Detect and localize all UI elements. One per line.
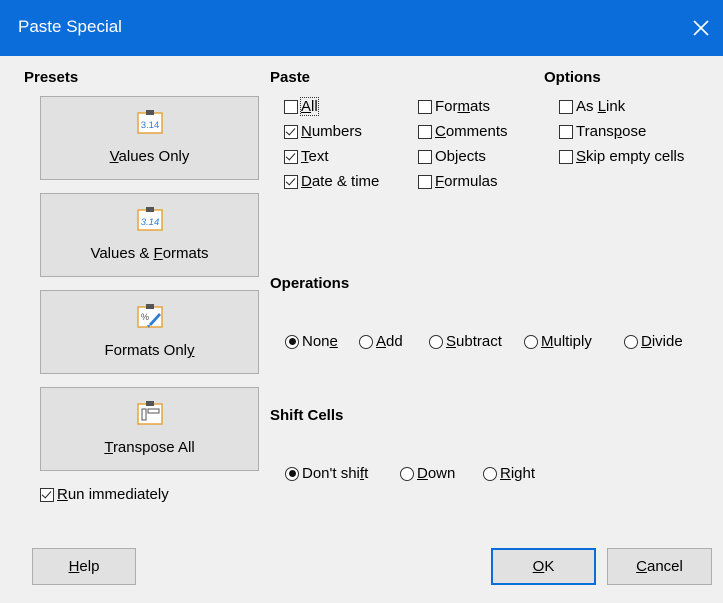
paste-numbers-label: Numbers [301, 123, 362, 140]
paste-date-time-checkbox[interactable]: Date & time [284, 173, 379, 190]
radio-button[interactable] [483, 466, 497, 481]
checkbox-box[interactable] [284, 99, 298, 114]
paste-all-label: All [300, 97, 319, 116]
checkbox-box[interactable] [418, 174, 432, 189]
checkbox-box[interactable] [559, 124, 573, 139]
svg-text:3.14: 3.14 [140, 217, 159, 228]
paste-text-checkbox[interactable]: Text [284, 148, 329, 165]
preset-label: Transpose All [104, 439, 195, 456]
clipboard-number-icon: 3.14 [136, 110, 163, 134]
clipboard-number-formatted-icon: 3.14 [136, 207, 163, 231]
paste-comments-checkbox[interactable]: Comments [418, 123, 508, 140]
operation-add-label: Add [376, 333, 403, 350]
operation-subtract-radio[interactable]: Subtract [429, 333, 502, 350]
run-immediately-label: Run immediately [57, 486, 169, 503]
transpose-label: Transpose [576, 123, 647, 140]
shift-dont-radio[interactable]: Don't shift [285, 465, 368, 482]
as-link-checkbox[interactable]: As Link [559, 98, 625, 115]
operation-divide-radio[interactable]: Divide [624, 333, 683, 350]
svg-text:3.14: 3.14 [140, 120, 159, 131]
paste-objects-label: Objects [435, 148, 486, 165]
preset-label: Formats Only [104, 342, 195, 359]
operation-none-label: None [302, 333, 338, 350]
paste-heading: Paste [270, 69, 311, 86]
window-title: Paste Special [18, 17, 122, 36]
paste-formats-checkbox[interactable]: Formats [418, 98, 490, 115]
checkbox-box[interactable] [418, 124, 432, 139]
paste-comments-label: Comments [435, 123, 508, 140]
clipboard-format-brush-icon: % [136, 304, 163, 328]
radio-button[interactable] [624, 334, 638, 349]
cancel-button[interactable]: Cancel [607, 548, 712, 585]
checkbox-box[interactable] [559, 99, 573, 114]
formats-only-button[interactable]: % Formats Only [40, 290, 259, 374]
checkbox-box[interactable] [418, 99, 432, 114]
paste-text-label: Text [301, 148, 329, 165]
ok-button[interactable]: OK [491, 548, 596, 585]
run-immediately-checkbox[interactable]: Run immediately [40, 486, 169, 503]
paste-formulas-checkbox[interactable]: Formulas [418, 173, 498, 190]
skip-empty-cells-label: Skip empty cells [576, 148, 685, 165]
transpose-checkbox[interactable]: Transpose [559, 123, 646, 140]
shift-down-label: Down [417, 465, 456, 482]
checkbox-box[interactable] [418, 149, 432, 164]
operation-multiply-radio[interactable]: Multiply [524, 333, 592, 350]
paste-formulas-label: Formulas [435, 173, 498, 190]
operation-divide-label: Divide [641, 333, 683, 350]
radio-button[interactable] [285, 334, 299, 349]
paste-objects-checkbox[interactable]: Objects [418, 148, 486, 165]
shift-down-radio[interactable]: Down [400, 465, 455, 482]
options-heading: Options [544, 69, 601, 86]
shift-cells-heading: Shift Cells [270, 407, 344, 424]
radio-button[interactable] [524, 334, 538, 349]
radio-button[interactable] [429, 334, 443, 349]
radio-button[interactable] [359, 334, 373, 349]
shift-right-radio[interactable]: Right [483, 465, 535, 482]
paste-numbers-checkbox[interactable]: Numbers [284, 123, 362, 140]
as-link-label: As Link [576, 98, 626, 115]
operation-multiply-label: Multiply [541, 333, 592, 350]
preset-label: Values Only [109, 148, 190, 165]
presets-heading: Presets [24, 69, 79, 86]
radio-button[interactable] [400, 466, 414, 481]
transpose-all-button[interactable]: Transpose All [40, 387, 259, 471]
checkbox-box[interactable] [40, 487, 54, 502]
checkbox-box[interactable] [284, 149, 298, 164]
paste-date-time-label: Date & time [301, 173, 380, 190]
operation-subtract-label: Subtract [446, 333, 502, 350]
checkbox-box[interactable] [284, 124, 298, 139]
preset-label: Values & Formats [90, 245, 209, 262]
values-only-button[interactable]: 3.14 Values Only [40, 96, 259, 180]
shift-dont-label: Don't shift [302, 465, 369, 482]
operation-none-radio[interactable]: None [285, 333, 338, 350]
radio-button[interactable] [285, 466, 299, 481]
shift-right-label: Right [500, 465, 536, 482]
checkbox-box[interactable] [559, 149, 573, 164]
operations-heading: Operations [270, 275, 350, 292]
title-bar: Paste Special [0, 0, 723, 56]
checkbox-box[interactable] [284, 174, 298, 189]
paste-all-checkbox[interactable]: All [284, 97, 319, 116]
values-formats-button[interactable]: 3.14 Values & Formats [40, 193, 259, 277]
operation-add-radio[interactable]: Add [359, 333, 403, 350]
skip-empty-cells-checkbox[interactable]: Skip empty cells [559, 148, 684, 165]
paste-formats-label: Formats [435, 98, 491, 115]
clipboard-transpose-icon [136, 401, 163, 425]
help-button[interactable]: Help [32, 548, 136, 585]
svg-text:%: % [140, 312, 148, 322]
close-icon[interactable] [687, 14, 715, 42]
